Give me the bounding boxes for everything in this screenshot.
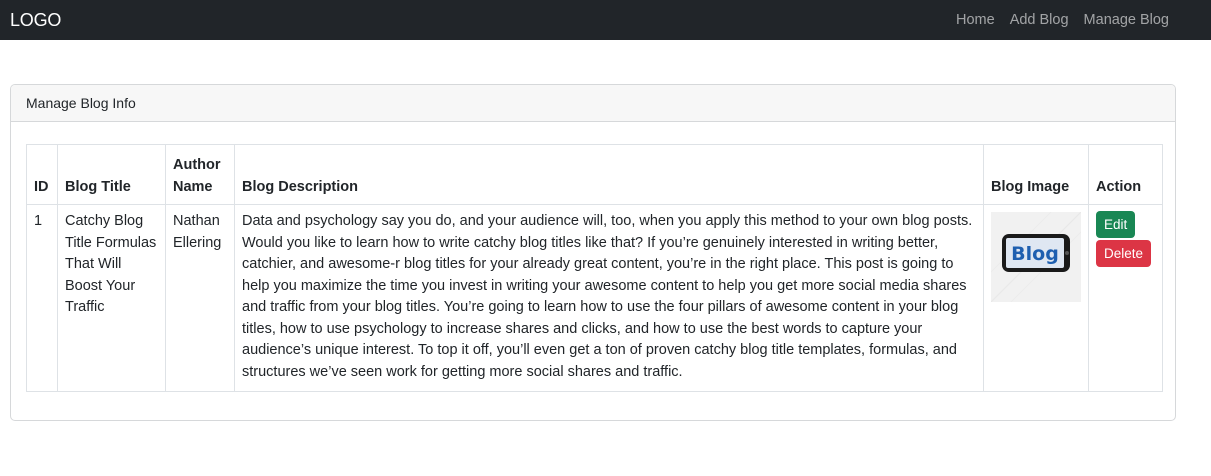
nav-home-link[interactable]: Home [956, 12, 995, 28]
blog-image-logo-text: Blog [1011, 243, 1059, 265]
table-row: 1 Catchy Blog Title Formulas That Will B… [26, 204, 1163, 392]
cell-id: 1 [26, 204, 58, 392]
cell-author-name: Nathan Ellering [165, 204, 235, 392]
cell-blog-image: Blog [983, 204, 1089, 392]
table-header-row: ID Blog Title Author Name Blog Descriptio… [26, 144, 1163, 205]
blog-image-thumbnail: Blog [991, 212, 1081, 302]
delete-button[interactable]: Delete [1096, 240, 1152, 267]
header-author-line2: Name [173, 179, 213, 195]
header-blog-description: Blog Description [234, 144, 984, 205]
card-header: Manage Blog Info [11, 85, 1175, 122]
cell-action: Edit Delete [1088, 204, 1163, 392]
header-blog-image: Blog Image [983, 144, 1089, 205]
card-title: Manage Blog Info [26, 95, 136, 111]
blog-phone-icon: Blog [991, 212, 1081, 302]
manage-blog-card: Manage Blog Info ID Blog Title Author Nam… [10, 84, 1176, 421]
header-blog-title: Blog Title [57, 144, 166, 205]
header-author-line1: Author [173, 157, 221, 173]
nav-add-blog-link[interactable]: Add Blog [1010, 12, 1069, 28]
cell-blog-description: Data and psychology say you do, and your… [234, 204, 984, 392]
header-author-name: Author Name [165, 144, 235, 205]
top-navbar: LOGO Home Add Blog Manage Blog [0, 0, 1211, 40]
header-id: ID [26, 144, 58, 205]
edit-button[interactable]: Edit [1096, 211, 1136, 238]
cell-blog-title: Catchy Blog Title Formulas That Will Boo… [57, 204, 166, 392]
nav-links: Home Add Blog Manage Blog [956, 12, 1201, 28]
header-action: Action [1088, 144, 1163, 205]
nav-manage-blog-link[interactable]: Manage Blog [1084, 12, 1169, 28]
brand-logo[interactable]: LOGO [10, 10, 61, 31]
blog-table: ID Blog Title Author Name Blog Descriptio… [26, 144, 1163, 392]
